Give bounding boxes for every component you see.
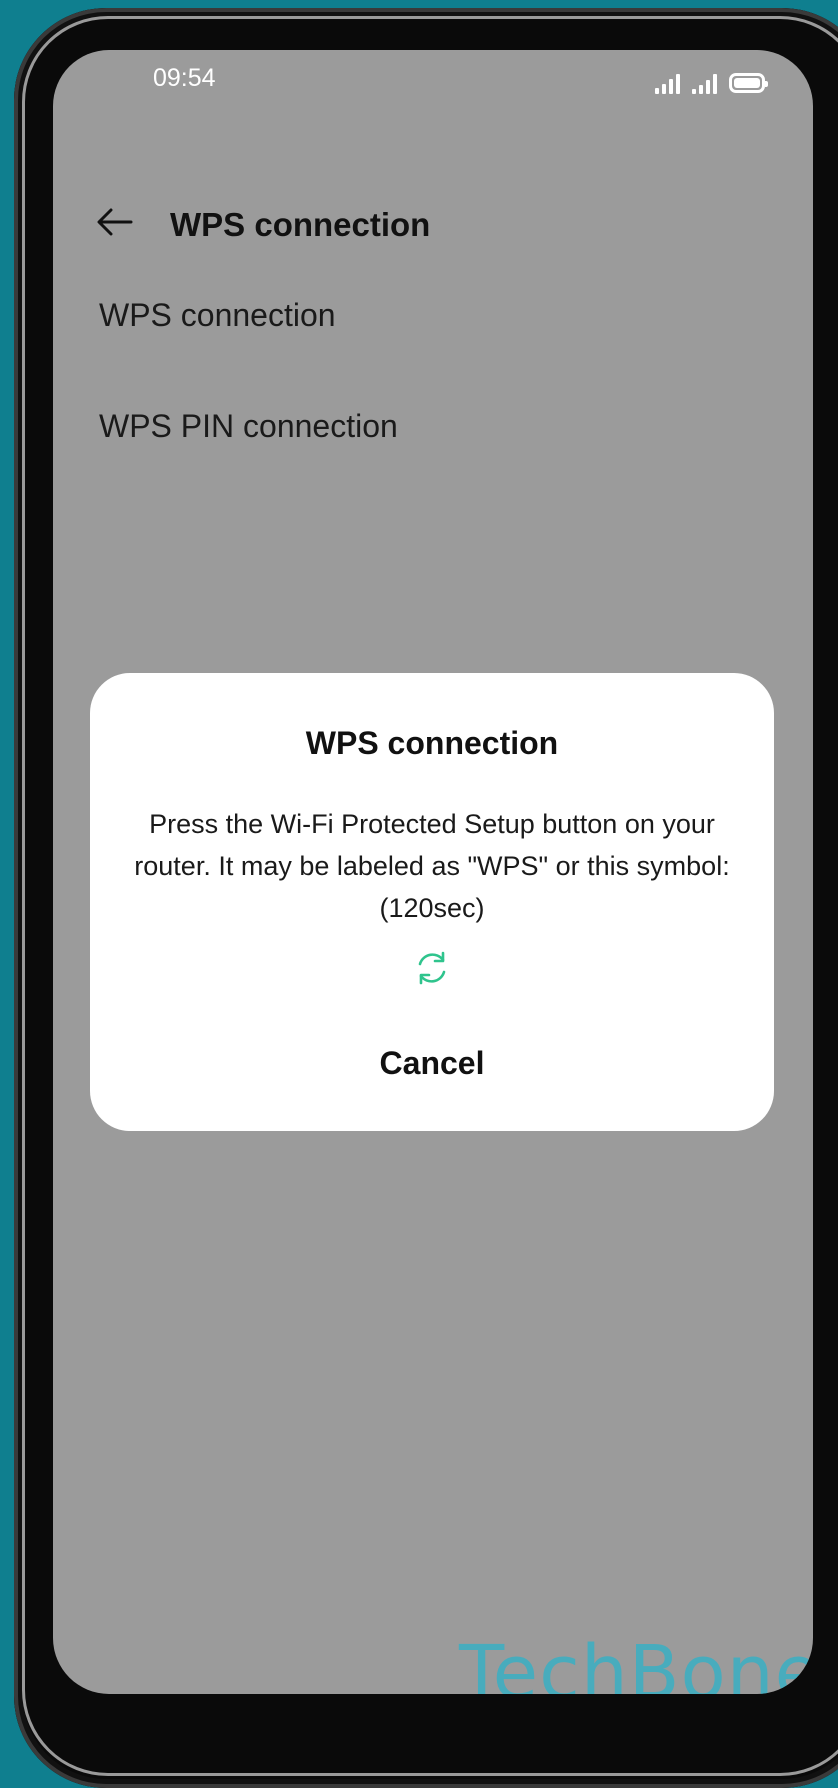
battery-icon: [729, 73, 768, 93]
dialog-title: WPS connection: [305, 725, 559, 761]
page-title: WPS connection: [170, 206, 431, 243]
dialog-message: Press the Wi-Fi Protected Setup button o…: [134, 809, 730, 923]
status-icons: [655, 64, 768, 94]
status-time: 09:54: [153, 64, 216, 92]
signal-sim1-icon: [655, 72, 680, 94]
techbone-watermark: TechBone: [459, 1630, 813, 1694]
app-bar: WPS connection: [53, 180, 813, 280]
menu-item-wps-connection[interactable]: WPS connection: [99, 297, 336, 334]
arrow-left-icon[interactable]: [95, 202, 135, 242]
phone-screen: 09:54 WPS connection WPS connection WPS …: [53, 50, 813, 1694]
cancel-button[interactable]: Cancel: [282, 1031, 582, 1095]
refresh-icon: [418, 951, 446, 985]
status-bar: 09:54: [53, 50, 813, 106]
menu-item-wps-pin-connection[interactable]: WPS PIN connection: [99, 408, 398, 445]
wps-dialog: WPS connection Press the Wi-Fi Protected…: [90, 673, 774, 1131]
signal-sim2-icon: [692, 72, 717, 94]
